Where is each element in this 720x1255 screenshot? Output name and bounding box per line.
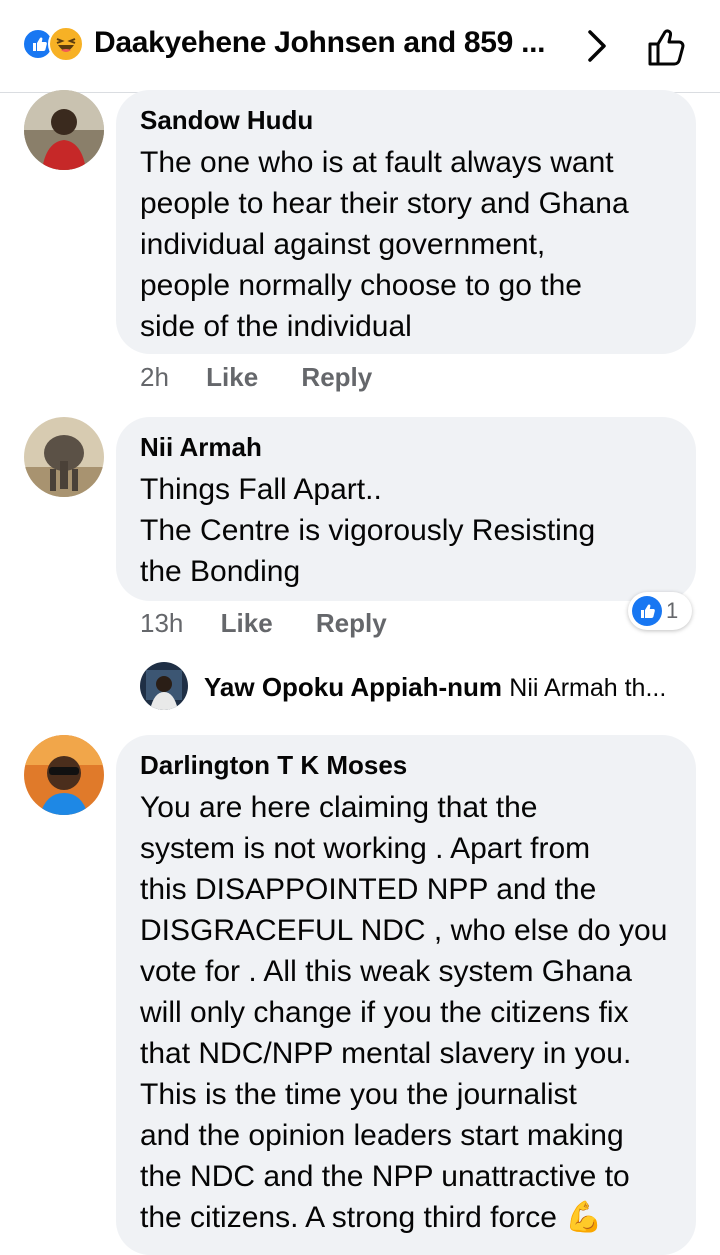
avatar[interactable]: [24, 417, 104, 497]
comment-author[interactable]: Darlington T K Moses: [140, 749, 672, 781]
avatar[interactable]: [24, 735, 104, 815]
comment-bubble[interactable]: Darlington T K Moses You are here claimi…: [116, 735, 696, 1255]
reaction-count: 1: [666, 598, 679, 623]
reply-link[interactable]: Reply: [301, 362, 372, 392]
comment-actions: 13h Like Reply: [140, 608, 387, 639]
reply-preview[interactable]: Yaw Opoku Appiah-num Nii Armah th...: [204, 672, 666, 703]
comment-text: Things Fall Apart.. The Centre is vigoro…: [140, 473, 596, 588]
avatar[interactable]: [24, 90, 104, 170]
comment-actions: 2h Like Reply: [140, 362, 372, 393]
reactions-header[interactable]: Daakyehene Johnsen and 859 ...: [0, 0, 720, 93]
thumbs-up-icon: [648, 29, 685, 66]
comment-bubble[interactable]: Nii Armah Things Fall Apart.. The Centre…: [116, 417, 696, 601]
like-reaction-icon: [632, 596, 662, 626]
avatar[interactable]: [140, 662, 188, 710]
comment-reactions[interactable]: 1: [628, 592, 692, 630]
reply-author[interactable]: Yaw Opoku Appiah-num: [204, 672, 502, 702]
comment-timestamp: 13h: [140, 608, 184, 638]
comment-bubble[interactable]: Sandow Hudu The one who is at fault alwa…: [116, 90, 696, 354]
reaction-summary[interactable]: [22, 26, 88, 62]
comment-text: You are here claiming that the system is…: [140, 791, 668, 1234]
like-link[interactable]: Like: [221, 608, 273, 638]
reply-snippet: Nii Armah th...: [509, 674, 667, 702]
like-link[interactable]: Like: [206, 362, 258, 392]
chevron-right-icon[interactable]: [580, 24, 614, 68]
comment-author[interactable]: Nii Armah: [140, 431, 672, 463]
like-button[interactable]: [642, 22, 692, 72]
comment-timestamp: 2h: [140, 362, 169, 392]
comment-author[interactable]: Sandow Hudu: [140, 104, 672, 136]
reply-link[interactable]: Reply: [316, 608, 387, 638]
reactions-title[interactable]: Daakyehene Johnsen and 859 ...: [94, 26, 546, 60]
comment-text: The one who is at fault always want peop…: [140, 146, 629, 343]
haha-reaction-icon: [48, 26, 84, 62]
